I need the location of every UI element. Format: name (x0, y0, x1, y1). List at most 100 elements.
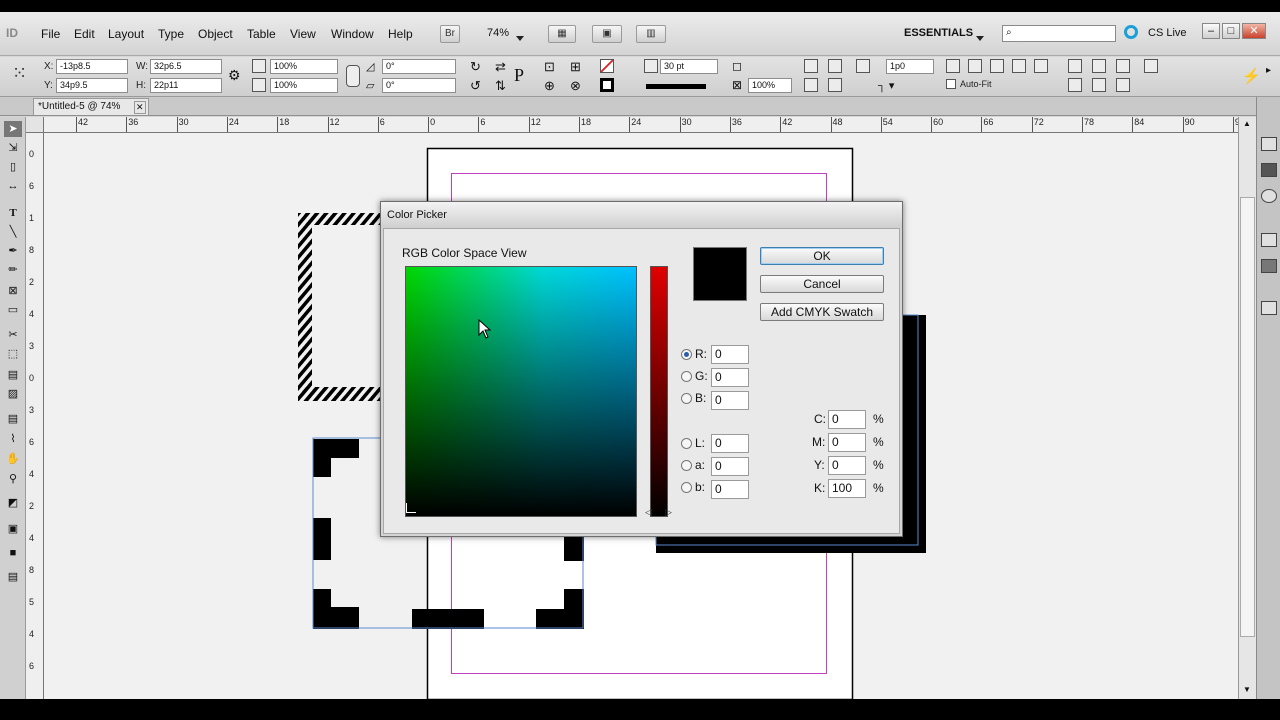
m-field[interactable]: 0 (828, 433, 866, 452)
scissors-tool-icon[interactable]: ✂ (4, 327, 22, 343)
fit-proportional-icon[interactable] (990, 59, 1004, 73)
align-top-edges-icon[interactable] (1068, 78, 1082, 92)
menu-edit[interactable]: Edit (74, 27, 95, 41)
maximize-button[interactable]: □ (1222, 23, 1240, 39)
a-radio[interactable] (681, 460, 692, 471)
g-radio[interactable] (681, 371, 692, 382)
menu-table[interactable]: Table (247, 27, 276, 41)
gradient-swatch-tool-icon[interactable]: ▤ (4, 367, 22, 383)
screen-mode-icon[interactable]: ▤ (4, 569, 22, 585)
lab-b-radio[interactable] (681, 482, 692, 493)
fill-swatch-icon[interactable] (600, 59, 614, 73)
lab-b-field[interactable]: 0 (711, 480, 749, 499)
color-panel-icon[interactable] (1261, 259, 1277, 273)
distribute-icon[interactable] (1144, 59, 1158, 73)
c-field[interactable]: 0 (828, 410, 866, 429)
scale-x-field[interactable]: 100% (270, 59, 338, 74)
rotate-90-cw-icon[interactable]: ↻ (470, 59, 481, 75)
stroke-panel-icon[interactable] (1261, 233, 1277, 247)
pen-tool-icon[interactable]: ✒ (4, 243, 22, 259)
constrain-proportions-icon[interactable]: ⚙ (228, 67, 241, 84)
vertical-scrollbar[interactable]: ▲ ▼ (1238, 117, 1256, 699)
constrain-scale-icon[interactable] (346, 65, 360, 87)
align-left-edges-icon[interactable] (1068, 59, 1082, 73)
color-field[interactable] (405, 266, 637, 517)
workspace-switcher[interactable]: ESSENTIALS (904, 27, 973, 39)
flip-vertical-icon[interactable]: ⇅ (495, 78, 506, 94)
align-left-icon[interactable] (804, 59, 818, 73)
normal-view-icon[interactable]: ■ (4, 545, 22, 561)
screen-mode-button[interactable]: ▣ (592, 25, 622, 43)
b-field[interactable]: 0 (711, 391, 749, 410)
height-field[interactable]: 22p11 (150, 78, 222, 93)
text-wrap-around-icon[interactable] (828, 78, 842, 92)
swatches-panel-icon[interactable] (1261, 301, 1277, 315)
select-content-icon[interactable]: ⊞ (570, 59, 581, 75)
menu-layout[interactable]: Layout (108, 27, 144, 41)
scroll-down-icon[interactable]: ▼ (1243, 685, 1251, 694)
gradient-feather-tool-icon[interactable]: ▨ (4, 386, 22, 402)
menu-type[interactable]: Type (158, 27, 184, 41)
x-field[interactable]: -13p8.5 (56, 59, 128, 74)
a-field[interactable]: 0 (711, 457, 749, 476)
scale-y-field[interactable]: 100% (270, 78, 338, 93)
gap-tool-icon[interactable]: ↔ (4, 178, 22, 194)
rectangle-frame-tool-icon[interactable]: ⊠ (4, 283, 22, 299)
fill-proportional-icon[interactable] (1012, 59, 1026, 73)
center-content-icon[interactable] (1034, 59, 1048, 73)
width-field[interactable]: 32p6.5 (150, 59, 222, 74)
b-radio[interactable] (681, 393, 692, 404)
workspace-dropdown-icon[interactable] (976, 32, 984, 44)
search-input[interactable]: ⌕ (1002, 25, 1116, 42)
eyedropper-tool-icon[interactable]: ⌇ (4, 431, 22, 447)
hand-tool-icon[interactable]: ✋ (4, 451, 22, 467)
align-hcenter-icon[interactable] (1092, 59, 1106, 73)
fit-frame-icon[interactable] (968, 59, 982, 73)
scroll-up-icon[interactable]: ▲ (1243, 119, 1251, 128)
r-field[interactable]: 0 (711, 345, 749, 364)
color-field-marker[interactable] (406, 503, 416, 513)
links-panel-icon[interactable] (1261, 189, 1277, 203)
align-vcenter-icon[interactable] (1092, 78, 1106, 92)
tab-untitled-5[interactable]: *Untitled-5 @ 74% ✕ (33, 98, 149, 115)
rotate-field[interactable]: 0° (382, 59, 456, 74)
corner-options-icon[interactable] (856, 59, 870, 73)
pencil-tool-icon[interactable]: ✏ (4, 262, 22, 278)
hue-slider[interactable]: ◁ ▷ (645, 266, 672, 517)
align-center-icon[interactable] (828, 59, 842, 73)
zoom-dropdown-icon[interactable] (516, 32, 524, 44)
free-transform-tool-icon[interactable]: ⬚ (4, 346, 22, 362)
quick-apply-icon[interactable]: ⚡ (1242, 67, 1261, 85)
stroke-type-selector[interactable] (646, 84, 706, 89)
cancel-button[interactable]: Cancel (760, 275, 884, 293)
reference-point-icon[interactable]: ⁙ (12, 63, 27, 84)
select-next-icon[interactable]: ⊗ (570, 78, 581, 94)
select-previous-icon[interactable]: ⊕ (544, 78, 555, 94)
menu-view[interactable]: View (290, 27, 316, 41)
fit-content-icon[interactable] (946, 59, 960, 73)
menu-help[interactable]: Help (388, 27, 413, 41)
rotate-90-ccw-icon[interactable]: ↺ (470, 78, 481, 94)
fill-stroke-icon[interactable]: ◩ (4, 495, 22, 511)
line-tool-icon[interactable]: ╲ (4, 224, 22, 240)
control-panel-menu-icon[interactable]: ▸ (1266, 65, 1271, 76)
rectangle-tool-icon[interactable]: ▭ (4, 302, 22, 318)
scroll-thumb[interactable] (1240, 197, 1255, 637)
flip-horizontal-icon[interactable]: ⇄ (495, 59, 506, 75)
align-right-edges-icon[interactable] (1116, 59, 1130, 73)
r-radio[interactable] (681, 349, 692, 360)
minimize-button[interactable]: – (1202, 23, 1220, 39)
add-cmyk-swatch-button[interactable]: Add CMYK Swatch (760, 303, 884, 321)
text-wrap-icon[interactable] (804, 78, 818, 92)
l-field[interactable]: 0 (711, 434, 749, 453)
y-field-cmyk[interactable]: 0 (828, 456, 866, 475)
select-container-icon[interactable]: ⊡ (544, 59, 555, 75)
y-field[interactable]: 34p9.5 (56, 78, 128, 93)
close-window-button[interactable]: ✕ (1242, 23, 1266, 39)
align-bottom-edges-icon[interactable] (1116, 78, 1130, 92)
cslive-link[interactable]: CS Live (1148, 27, 1187, 39)
corner-shape-icon[interactable]: ┐ ▾ (878, 79, 894, 92)
bridge-button[interactable]: Br (440, 25, 460, 43)
ruler-origin[interactable] (26, 117, 44, 133)
selection-tool-icon[interactable]: ➤ (4, 121, 22, 137)
